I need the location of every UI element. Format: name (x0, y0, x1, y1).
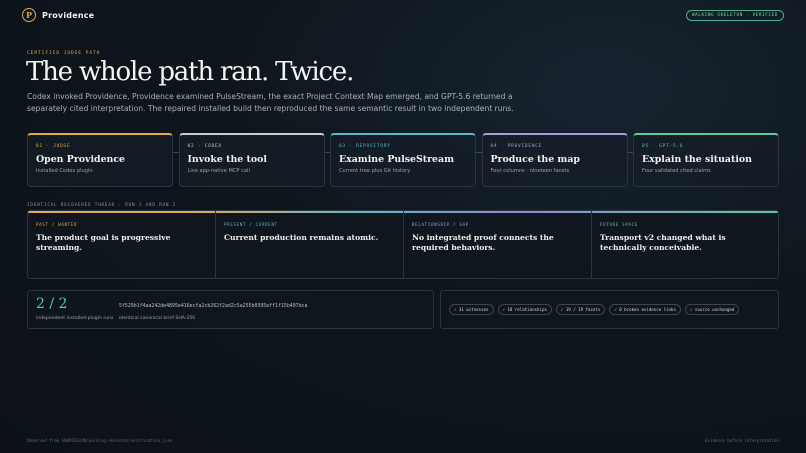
fact-chip-facets: ✓ 19 / 19 facets (555, 304, 606, 315)
runs-caption: independent installed-plugin runs (36, 316, 114, 321)
column-statement: No integrated proof connects the require… (412, 233, 554, 252)
step-title: Explain the situation (642, 154, 752, 165)
path-steps: 01 · JUDGE Open Providence Installed Cod… (27, 133, 779, 187)
runs-count: 2 / 2 (36, 296, 68, 312)
step-card-providence: 04 · PROVIDENCE Produce the map Four col… (481, 133, 628, 187)
thread-column-relationship: RELATIONSHIP / GAP No integrated proof c… (404, 211, 592, 278)
column-statement: Transport v2 changed what is technically… (600, 233, 726, 252)
thread-column-past: PAST / WANTED The product goal is progre… (28, 211, 216, 278)
step-number: 02 · CODEX (187, 144, 222, 149)
footer-tagline: Evidence before interpretation (705, 438, 779, 443)
step-description: Live app-native MCP call (187, 168, 250, 174)
recovered-thread-panel: PAST / WANTED The product goal is progre… (27, 210, 779, 279)
step-card-repository: 03 · REPOSITORY Examine PulseStream Curr… (330, 133, 476, 187)
column-label: FUTURE SPACE (600, 222, 638, 227)
verification-facts: ✓ 31 witnesses ✓ 18 relationships ✓ 19 /… (440, 290, 779, 329)
step-description: Current tree plus Git history (339, 168, 411, 174)
step-description: Four validated cited claims (642, 168, 711, 174)
column-label: RELATIONSHIP / GAP (412, 222, 469, 227)
fact-chip-source: ✓ source unchanged (684, 304, 740, 315)
column-statement: Current production remains atomic. (224, 233, 379, 242)
step-number: 05 · GPT-5.6 (642, 144, 684, 149)
step-number: 01 · JUDGE (36, 144, 71, 149)
app-name: Providence (42, 10, 95, 20)
footer-source: Observed from SUBMISSION/walking-skeleto… (27, 438, 173, 443)
column-label: PAST / WANTED (36, 222, 78, 227)
step-card-gpt: 05 · GPT-5.6 Explain the situation Four … (633, 133, 779, 187)
step-card-judge: 01 · JUDGE Open Providence Installed Cod… (27, 133, 173, 187)
column-label: PRESENT / CURRENT (224, 222, 278, 227)
thread-column-future: FUTURE SPACE Transport v2 changed what i… (592, 211, 778, 278)
thread-label: IDENTICAL RECOVERED THREAD · RUN 1 AND R… (27, 203, 177, 208)
hash-caption: identical canonical brief SHA-256 (119, 316, 196, 321)
step-card-codex: 02 · CODEX Invoke the tool Live app-nati… (178, 133, 325, 187)
brief-hash: 5f529b1f4aa242de4895e416ecfa2cb262f2ad2c… (119, 303, 308, 309)
step-title: Examine PulseStream (339, 154, 455, 165)
step-title: Invoke the tool (187, 154, 267, 165)
step-title: Produce the map (490, 154, 580, 165)
column-statement: The product goal is progressive streamin… (36, 233, 171, 252)
top-bar: P Providence WALKING SKELETON · VERIFIED (0, 0, 806, 30)
step-number: 03 · REPOSITORY (339, 144, 391, 149)
runs-summary: 2 / 2 independent installed-plugin runs … (27, 290, 434, 329)
step-description: Four columns · nineteen facets (490, 168, 570, 174)
fact-chip-evidence-links: ✓ 0 broken evidence links (609, 304, 681, 315)
page-title: The whole path ran. Twice. (26, 57, 354, 87)
hero-eyebrow: CERTIFIED JUDGE PATH (27, 51, 101, 56)
providence-logo-icon: P (22, 8, 36, 22)
fact-chip-relationships: ✓ 18 relationships (497, 304, 552, 315)
step-title: Open Providence (36, 154, 126, 165)
thread-column-present: PRESENT / CURRENT Current production rem… (216, 211, 404, 278)
hero-lede: Codex invoked Providence, Providence exa… (27, 92, 514, 113)
fact-chip-witnesses: ✓ 31 witnesses (449, 304, 494, 315)
step-number: 04 · PROVIDENCE (490, 144, 543, 149)
step-description: Installed Codex plugin (36, 168, 93, 174)
status-badge: WALKING SKELETON · VERIFIED (685, 10, 784, 21)
